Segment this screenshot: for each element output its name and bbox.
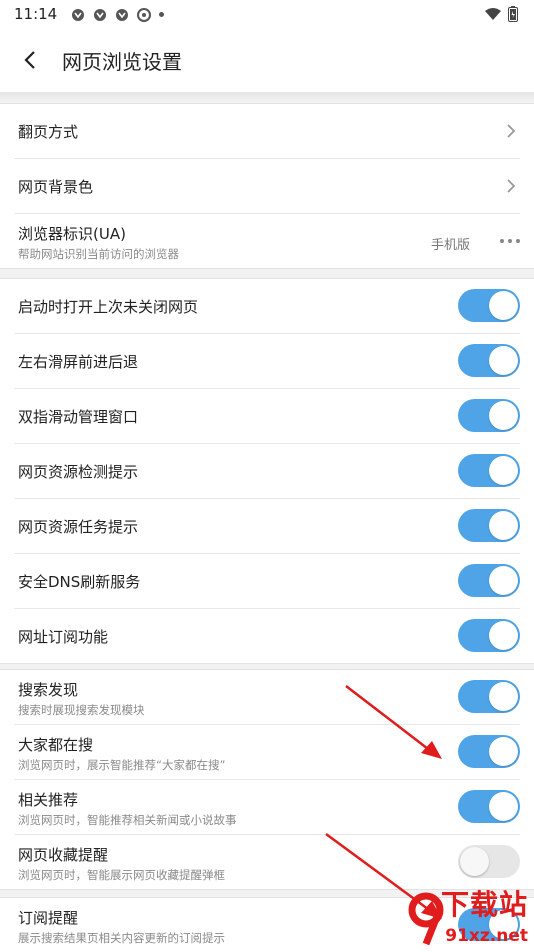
setting-label: 网页收藏提醒 [18,846,109,864]
chevron-left-icon [24,51,35,69]
settings-group-search: 搜索发现 搜索时展现搜索发现模块 大家都在搜 浏览网页时，展示智能推荐“大家都在… [0,669,534,890]
toggle-switch[interactable] [458,619,520,652]
toggle-knob [489,682,518,711]
setting-label: 左右滑屏前进后退 [18,353,139,371]
setting-url-subscription: 网址订阅功能 [14,609,520,663]
setting-related-recommendations: 相关推荐 浏览网页时，智能推荐相关新闻或小说故事 [14,780,520,835]
setting-search-discovery: 搜索发现 搜索时展现搜索发现模块 [14,670,520,725]
setting-subtitle: 展示搜索结果页相关内容更新的订阅提示 [18,931,225,945]
toggle-knob [489,737,518,766]
setting-label: 订阅提醒 [18,909,79,927]
page-title: 网页浏览设置 [62,49,182,74]
back-button[interactable] [0,28,60,92]
chevron-right-icon [507,179,516,193]
toggle-knob [460,847,489,876]
setting-label: 网页背景色 [18,178,94,196]
toggle-switch[interactable] [458,790,520,823]
setting-label: 网页资源检测提示 [18,463,139,481]
setting-label: 相关推荐 [18,791,79,809]
setting-user-agent[interactable]: 浏览器标识(UA) 帮助网站识别当前访问的浏览器 手机版 [14,214,520,268]
toggle-switch[interactable] [458,289,520,322]
app-bar: 网页浏览设置 [0,28,534,92]
toggle-switch[interactable] [458,399,520,432]
app-notification-icon [115,7,129,21]
setting-label: 网页资源任务提示 [18,518,139,536]
app-notification-icon [93,7,107,21]
setting-subtitle: 浏览网页时，展示智能推荐“大家都在搜” [18,758,226,772]
setting-label: 启动时打开上次未关闭网页 [18,298,199,316]
toggle-knob [489,566,518,595]
toggle-switch[interactable] [458,908,520,941]
toggle-knob [489,792,518,821]
setting-label: 双指滑动管理窗口 [18,408,139,426]
setting-two-finger-window-management: 双指滑动管理窗口 [14,389,520,444]
toggle-knob [489,346,518,375]
setting-page-background-color[interactable]: 网页背景色 [14,159,520,214]
setting-label: 网址订阅功能 [18,628,109,646]
toggle-switch[interactable] [458,845,520,878]
battery-icon [508,6,518,22]
chevron-right-icon [507,124,516,138]
setting-subtitle: 浏览网页时，智能展示网页收藏提醒弹框 [18,868,225,882]
settings-group-subscription: 订阅提醒 展示搜索结果页相关内容更新的订阅提示 [0,897,534,952]
toggle-knob [489,401,518,430]
toggle-knob [489,291,518,320]
toggle-knob [489,621,518,650]
setting-secure-dns: 安全DNS刷新服务 [14,554,520,609]
settings-group-browsing: 启动时打开上次未关闭网页 左右滑屏前进后退 双指滑动管理窗口 网页资源检测提示 … [0,278,534,664]
app-bar-shadow [0,92,534,102]
toggle-switch[interactable] [458,344,520,377]
setting-subtitle: 帮助网站识别当前访问的浏览器 [18,247,179,261]
setting-label: 搜索发现 [18,681,79,699]
toggle-knob [489,511,518,540]
setting-subscription-reminder: 订阅提醒 展示搜索结果页相关内容更新的订阅提示 [14,898,520,952]
aperture-icon [137,7,152,22]
more-options-icon[interactable] [500,239,520,243]
setting-resource-task-hint: 网页资源任务提示 [14,499,520,554]
toggle-knob [489,910,518,939]
toggle-switch[interactable] [458,509,520,542]
toggle-switch[interactable] [458,564,520,597]
setting-subtitle: 浏览网页时，智能推荐相关新闻或小说故事 [18,813,237,827]
toggle-switch[interactable] [458,680,520,713]
setting-label: 浏览器标识(UA) [18,225,126,243]
app-notification-icon [71,7,85,21]
setting-trending-searches: 大家都在搜 浏览网页时，展示智能推荐“大家都在搜” [14,725,520,780]
status-bar: 11:14 [0,0,534,28]
notification-icons [71,7,165,22]
toggle-knob [489,456,518,485]
setting-swipe-navigation: 左右滑屏前进后退 [14,334,520,389]
settings-group-general: 翻页方式 网页背景色 浏览器标识(UA) 帮助网站识别当前访问的浏览器 手机版 [0,103,534,269]
setting-resource-detection-hint: 网页资源检测提示 [14,444,520,499]
toggle-switch[interactable] [458,735,520,768]
setting-label: 大家都在搜 [18,736,94,754]
system-icons [484,6,518,22]
setting-label: 安全DNS刷新服务 [18,573,141,591]
setting-subtitle: 搜索时展现搜索发现模块 [18,703,145,717]
setting-label: 翻页方式 [18,123,79,141]
setting-bookmark-reminder: 网页收藏提醒 浏览网页时，智能展示网页收藏提醒弹框 [14,835,520,889]
wifi-icon [485,8,501,20]
status-time: 11:14 [14,5,58,23]
setting-restore-pages-on-start: 启动时打开上次未关闭网页 [14,279,520,334]
setting-page-turn-mode[interactable]: 翻页方式 [14,104,520,159]
more-notifications-dot [159,11,165,17]
setting-value: 手机版 [430,238,470,253]
toggle-switch[interactable] [458,454,520,487]
